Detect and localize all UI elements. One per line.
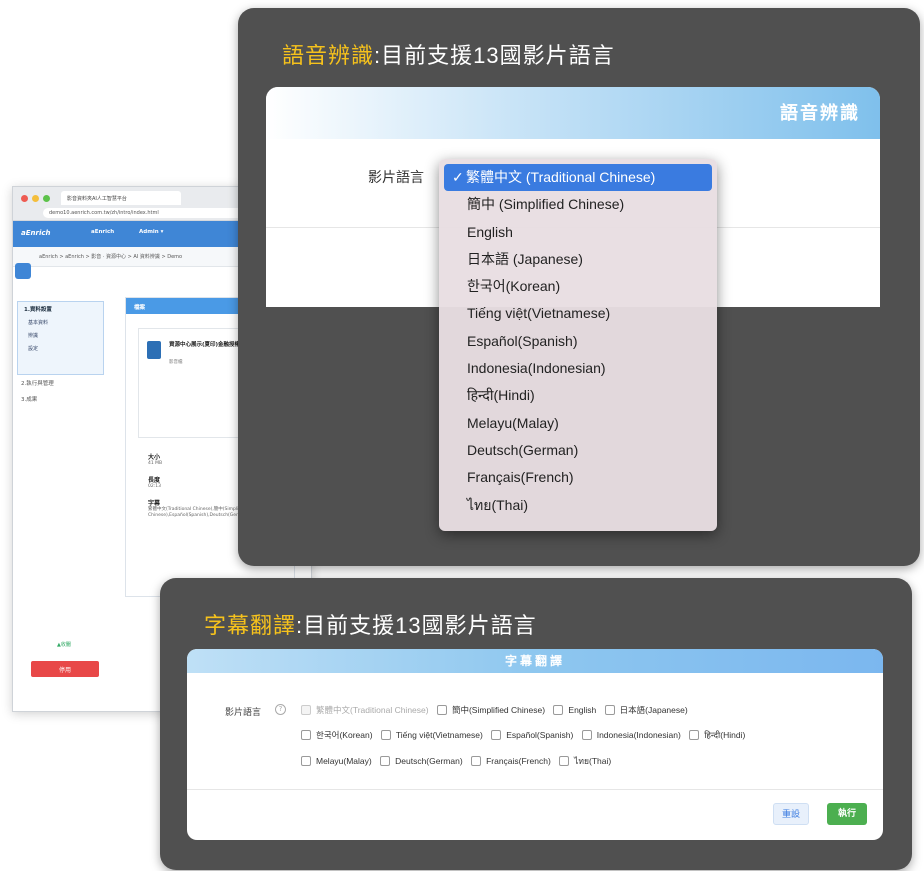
- checkbox-icon[interactable]: [559, 756, 570, 766]
- checkbox-label: Indonesia(Indonesian): [596, 730, 681, 740]
- language-option[interactable]: 簡中 (Simplified Chinese): [439, 191, 717, 218]
- subtitle-title-highlight: 字幕翻譯: [204, 613, 297, 638]
- sidebar-group-active: 1.資料設置 基本資料 辨識 設定: [17, 301, 104, 375]
- sidebar-item-recognize[interactable]: 辨識: [18, 329, 103, 342]
- subtitle-dialog-header: 字幕翻譯: [187, 649, 883, 673]
- sidebar: 1.資料設置 基本資料 辨識 設定 2.執行與管理 3.成果 ▲收闔 停用: [13, 295, 108, 711]
- dialog-divider: [187, 789, 883, 790]
- checkmark-icon: ✓: [452, 169, 464, 185]
- subtitle-panel-title: 字幕翻譯:目前支援13國影片語言: [204, 608, 537, 640]
- language-checkbox[interactable]: Indonesia(Indonesian): [581, 730, 681, 740]
- language-checkbox[interactable]: Español(Spanish): [491, 730, 573, 740]
- nav-item-user[interactable]: Admin ▾: [139, 229, 163, 235]
- language-checkbox[interactable]: Deutsch(German): [380, 756, 463, 766]
- checkbox-label: Français(French): [486, 756, 551, 766]
- speech-recognition-panel: 語音辨識:目前支援13國影片語言 語音辨識 影片語言 ✓ 繁體中文 (Tradit…: [238, 8, 920, 566]
- speech-title-rest: :目前支援13國影片語言: [374, 43, 615, 68]
- speech-panel-title: 語音辨識:目前支援13國影片語言: [282, 38, 615, 70]
- speech-title-highlight: 語音辨識: [282, 43, 375, 68]
- checkbox-row-3: Melayu(Malay) Deutsch(German) Français(F…: [301, 754, 617, 768]
- collapse-toggle[interactable]: ▲收闔: [57, 641, 71, 648]
- speech-dialog-header: 語音辨識: [266, 87, 880, 139]
- checkbox-icon[interactable]: [436, 705, 447, 715]
- subtitle-title-rest: :目前支援13國影片語言: [296, 613, 537, 638]
- checkbox-label: 한국어(Korean): [316, 730, 373, 740]
- file-type: 影音檔: [169, 360, 183, 365]
- minimize-dot-icon[interactable]: [32, 195, 39, 202]
- checkbox-label: Melayu(Malay): [316, 756, 372, 766]
- sidebar-step-1[interactable]: 1.資料設置: [18, 302, 103, 316]
- checkbox-label: 繁體中文(Traditional Chinese): [316, 705, 429, 715]
- checkbox-icon[interactable]: [604, 705, 615, 715]
- language-checkbox[interactable]: Français(French): [471, 756, 551, 766]
- checkbox-label: 簡中(Simplified Chinese): [451, 705, 546, 715]
- language-option[interactable]: Français(French): [439, 464, 717, 491]
- checkbox-icon: [301, 705, 311, 715]
- checkbox-icon[interactable]: [553, 705, 564, 715]
- sidebar-step-2[interactable]: 2.執行與管理: [13, 375, 108, 391]
- checkbox-label: ไทย(Thai): [574, 756, 612, 766]
- brand-logo[interactable]: aEnrich: [21, 229, 50, 237]
- nav-item-org[interactable]: aEnrich: [91, 229, 114, 235]
- language-dropdown-menu[interactable]: ✓ 繁體中文 (Traditional Chinese) 簡中 (Simplifi…: [439, 159, 717, 531]
- language-option[interactable]: Indonesia(Indonesian): [439, 355, 717, 382]
- checkbox-icon[interactable]: [581, 730, 592, 740]
- language-checkbox[interactable]: Tiếng việt(Vietnamese): [380, 730, 483, 740]
- language-option[interactable]: हिन्दी(Hindi): [439, 382, 717, 409]
- checkbox-icon[interactable]: [301, 756, 311, 766]
- sidebar-item-settings[interactable]: 設定: [18, 342, 103, 355]
- checkbox-label: Español(Spanish): [506, 730, 574, 740]
- checkbox-icon[interactable]: [689, 730, 700, 740]
- language-option[interactable]: English: [439, 219, 717, 246]
- checkbox-icon[interactable]: [491, 730, 502, 740]
- checkbox-icon[interactable]: [380, 730, 391, 740]
- run-button[interactable]: 執行: [827, 803, 867, 825]
- language-option[interactable]: Deutsch(German): [439, 437, 717, 464]
- checkbox-label: हिन्दी(Hindi): [704, 729, 746, 740]
- sidebar-step-3[interactable]: 3.成果: [13, 391, 108, 407]
- video-file-icon: [147, 341, 161, 359]
- speech-dialog-title: 語音辨識: [780, 103, 860, 124]
- checkbox-label: English: [568, 705, 597, 715]
- window-controls: [21, 195, 50, 202]
- language-checkbox[interactable]: 日本語(Japanese): [604, 704, 688, 716]
- checkbox-label: 日本語(Japanese): [619, 705, 688, 715]
- checkbox-row-1: 繁體中文(Traditional Chinese) 簡中(Simplified …: [301, 704, 694, 717]
- language-checkbox-disabled: 繁體中文(Traditional Chinese): [301, 704, 429, 716]
- language-option[interactable]: 한국어(Korean): [439, 273, 717, 300]
- language-option[interactable]: Español(Spanish): [439, 328, 717, 355]
- language-option-selected[interactable]: ✓ 繁體中文 (Traditional Chinese): [444, 164, 712, 192]
- language-checkbox[interactable]: 한국어(Korean): [301, 729, 373, 741]
- checkbox-row-2: 한국어(Korean) Tiếng việt(Vietnamese) Españ…: [301, 729, 751, 742]
- subtitle-language-label: 影片語言: [225, 708, 262, 718]
- menu-icon[interactable]: [15, 263, 31, 279]
- stop-button[interactable]: 停用: [31, 661, 99, 677]
- language-option[interactable]: Melayu(Malay): [439, 410, 717, 437]
- language-checkbox[interactable]: Melayu(Malay): [301, 756, 372, 766]
- browser-tab[interactable]: 影音資料夾AI人工智慧平台: [61, 191, 181, 205]
- language-option[interactable]: ไทย(Thai): [439, 492, 717, 519]
- checkbox-icon[interactable]: [471, 756, 482, 766]
- language-checkbox[interactable]: English: [553, 705, 596, 715]
- maximize-dot-icon[interactable]: [43, 195, 50, 202]
- language-checkbox[interactable]: 簡中(Simplified Chinese): [436, 704, 546, 716]
- subtitle-dialog: 字幕翻譯 影片語言 ? 繁體中文(Traditional Chinese) 簡中…: [187, 649, 883, 840]
- close-dot-icon[interactable]: [21, 195, 28, 202]
- checkbox-label: Deutsch(German): [395, 756, 463, 766]
- language-checkbox[interactable]: हिन्दी(Hindi): [689, 730, 745, 741]
- checkbox-label: Tiếng việt(Vietnamese): [395, 730, 483, 740]
- sidebar-item-basic[interactable]: 基本資料: [18, 316, 103, 329]
- language-option[interactable]: Tiếng việt(Vietnamese): [439, 300, 717, 327]
- subtitle-translation-panel: 字幕翻譯:目前支援13國影片語言 字幕翻譯 影片語言 ? 繁體中文(Tradit…: [160, 578, 912, 870]
- checkbox-icon[interactable]: [380, 756, 391, 766]
- checkbox-icon[interactable]: [301, 730, 311, 740]
- language-option-label: 繁體中文 (Traditional Chinese): [466, 169, 656, 185]
- language-option[interactable]: 日本語 (Japanese): [439, 246, 717, 273]
- language-checkbox[interactable]: ไทย(Thai): [559, 754, 611, 768]
- reset-button[interactable]: 重設: [773, 803, 809, 825]
- info-icon[interactable]: ?: [275, 704, 286, 715]
- video-language-label: 影片語言: [368, 170, 424, 186]
